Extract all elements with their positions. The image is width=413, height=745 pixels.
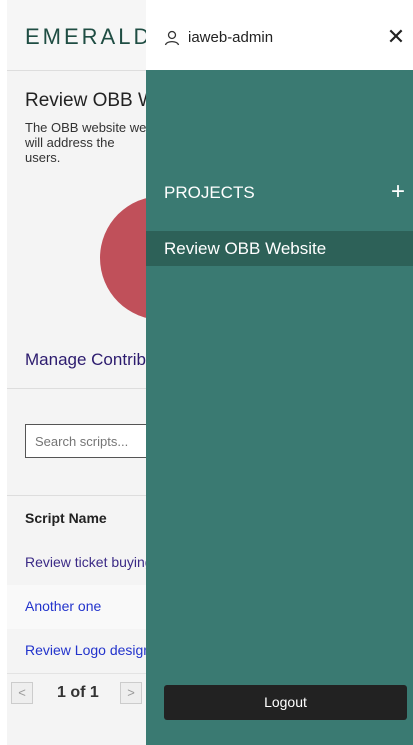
logout-button[interactable]: Logout	[164, 685, 407, 720]
username-label[interactable]: iaweb-admin	[188, 29, 273, 46]
script-link[interactable]: Review Logo design	[25, 642, 151, 658]
drawer-header: iaweb-admin ✕	[146, 0, 413, 70]
script-link[interactable]: Another one	[25, 598, 101, 614]
page-indicator: 1 of 1	[57, 684, 99, 701]
project-description: The OBB website we will address the user…	[25, 120, 147, 165]
add-project-icon[interactable]: +	[386, 178, 410, 206]
projects-heading: PROJECTS	[164, 183, 255, 202]
column-header-script-name[interactable]: Script Name	[25, 510, 107, 526]
brand-logo[interactable]: EMERALD	[25, 24, 152, 50]
prev-page-button[interactable]: <	[11, 682, 33, 704]
script-link[interactable]: Review ticket buying	[25, 554, 153, 570]
close-icon[interactable]: ✕	[384, 25, 408, 49]
side-drawer: iaweb-admin ✕ PROJECTS + Review OBB Webs…	[146, 0, 413, 745]
next-page-button[interactable]: >	[120, 682, 142, 704]
drawer-project-item[interactable]: Review OBB Website	[146, 231, 413, 266]
drawer-project-label: Review OBB Website	[164, 239, 327, 258]
user-icon	[164, 30, 180, 46]
